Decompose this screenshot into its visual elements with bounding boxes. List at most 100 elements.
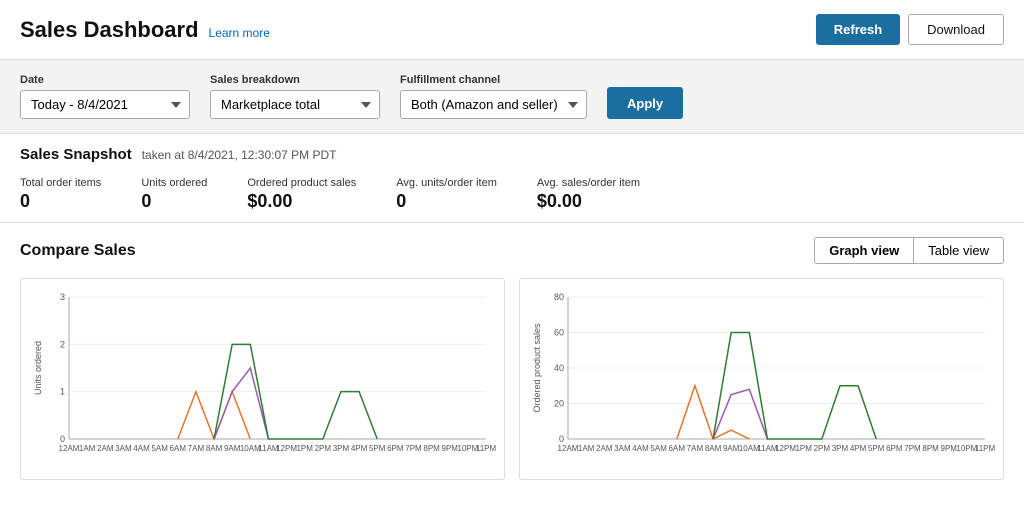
svg-text:12PM: 12PM [775, 444, 796, 453]
svg-text:6PM: 6PM [387, 444, 404, 453]
chart2-svg: Ordered product sales 0 20 40 60 80 12AM1AM2AM… [530, 289, 993, 469]
metric-item: Avg. sales/order item $0.00 [537, 177, 640, 212]
svg-text:8PM: 8PM [922, 444, 939, 453]
svg-text:12PM: 12PM [276, 444, 297, 453]
svg-text:9PM: 9PM [941, 444, 958, 453]
svg-text:1PM: 1PM [795, 444, 812, 453]
chart-units-ordered: Units ordered012312AM1AM2AM3AM4AM5AM6AM7… [20, 278, 505, 480]
svg-text:1AM: 1AM [79, 444, 96, 453]
svg-text:3AM: 3AM [614, 444, 631, 453]
snapshot-metrics: Total order items 0Units ordered 0Ordere… [20, 177, 1004, 212]
svg-text:4PM: 4PM [351, 444, 368, 453]
view-buttons: Graph view Table view [814, 237, 1004, 264]
header: Sales Dashboard Learn more Refresh Downl… [0, 0, 1024, 60]
snapshot-header: Sales Snapshot taken at 8/4/2021, 12:30:… [20, 146, 1004, 163]
svg-text:2PM: 2PM [315, 444, 332, 453]
chart1-svg: Units ordered012312AM1AM2AM3AM4AM5AM6AM7… [31, 289, 494, 469]
sales-breakdown-select[interactable]: Marketplace total [210, 90, 380, 119]
refresh-button[interactable]: Refresh [816, 14, 900, 45]
apply-button[interactable]: Apply [607, 87, 683, 119]
date-label: Date [20, 74, 190, 86]
metric-label: Units ordered [141, 177, 207, 189]
svg-text:8PM: 8PM [423, 444, 440, 453]
page-title: Sales Dashboard [20, 17, 199, 43]
svg-text:2PM: 2PM [814, 444, 831, 453]
svg-text:7PM: 7PM [904, 444, 921, 453]
header-left: Sales Dashboard Learn more [20, 17, 270, 43]
svg-text:3AM: 3AM [115, 444, 132, 453]
svg-text:8AM: 8AM [206, 444, 223, 453]
svg-text:20: 20 [554, 399, 564, 409]
fulfillment-filter-group: Fulfillment channel Both (Amazon and sel… [400, 74, 587, 119]
svg-text:0: 0 [559, 434, 564, 444]
download-button[interactable]: Download [908, 14, 1004, 45]
svg-text:1: 1 [60, 387, 65, 397]
chart-product-sales: Ordered product sales 0 20 40 60 80 12AM1AM2AM… [519, 278, 1004, 480]
svg-text:5PM: 5PM [369, 444, 386, 453]
svg-text:4AM: 4AM [133, 444, 150, 453]
learn-more-link[interactable]: Learn more [209, 26, 270, 40]
svg-text:7AM: 7AM [687, 444, 704, 453]
svg-text:3PM: 3PM [333, 444, 350, 453]
fulfillment-label: Fulfillment channel [400, 74, 587, 86]
svg-text:7AM: 7AM [188, 444, 205, 453]
table-view-button[interactable]: Table view [913, 237, 1004, 264]
svg-text:40: 40 [554, 363, 564, 373]
svg-text:6AM: 6AM [170, 444, 187, 453]
svg-text:Units ordered: Units ordered [33, 341, 43, 395]
svg-text:11PM: 11PM [476, 444, 497, 453]
svg-text:7PM: 7PM [405, 444, 422, 453]
svg-text:6PM: 6PM [886, 444, 903, 453]
compare-title: Compare Sales [20, 242, 136, 260]
svg-text:60: 60 [554, 328, 564, 338]
metric-label: Avg. sales/order item [537, 177, 640, 189]
svg-text:5PM: 5PM [868, 444, 885, 453]
compare-section: Compare Sales Graph view Table view Unit… [0, 223, 1024, 494]
svg-text:5AM: 5AM [151, 444, 168, 453]
svg-text:1PM: 1PM [296, 444, 313, 453]
svg-text:5AM: 5AM [650, 444, 667, 453]
svg-text:2: 2 [60, 339, 65, 349]
sales-breakdown-filter-group: Sales breakdown Marketplace total [210, 74, 380, 119]
snapshot-subtitle: taken at 8/4/2021, 12:30:07 PM PDT [142, 148, 337, 162]
filter-bar: Date Today - 8/4/2021 Sales breakdown Ma… [0, 60, 1024, 134]
svg-text:3: 3 [60, 292, 65, 302]
svg-text:4PM: 4PM [850, 444, 867, 453]
graph-view-button[interactable]: Graph view [814, 237, 913, 264]
metric-item: Avg. units/order item 0 [396, 177, 497, 212]
compare-header: Compare Sales Graph view Table view [20, 237, 1004, 264]
svg-text:4AM: 4AM [632, 444, 649, 453]
snapshot-title: Sales Snapshot [20, 146, 132, 163]
fulfillment-select[interactable]: Both (Amazon and seller) [400, 90, 587, 119]
metric-value: 0 [396, 191, 497, 212]
metric-item: Units ordered 0 [141, 177, 207, 212]
svg-text:Ordered product sales: Ordered product sales [532, 323, 542, 413]
svg-text:9AM: 9AM [224, 444, 241, 453]
svg-text:11PM: 11PM [975, 444, 996, 453]
metric-value: $0.00 [537, 191, 640, 212]
svg-text:9AM: 9AM [723, 444, 740, 453]
svg-text:2AM: 2AM [596, 444, 613, 453]
svg-text:80: 80 [554, 292, 564, 302]
metric-label: Avg. units/order item [396, 177, 497, 189]
svg-text:2AM: 2AM [97, 444, 114, 453]
chart-sales-inner: Ordered product sales 0 20 40 60 80 12AM1AM2AM… [530, 289, 993, 469]
metric-label: Ordered product sales [247, 177, 356, 189]
date-select[interactable]: Today - 8/4/2021 [20, 90, 190, 119]
svg-text:1AM: 1AM [578, 444, 595, 453]
metric-item: Total order items 0 [20, 177, 101, 212]
chart-units-inner: Units ordered012312AM1AM2AM3AM4AM5AM6AM7… [31, 289, 494, 469]
metric-label: Total order items [20, 177, 101, 189]
svg-text:0: 0 [60, 434, 65, 444]
sales-breakdown-label: Sales breakdown [210, 74, 380, 86]
metric-value: 0 [20, 191, 101, 212]
snapshot-section: Sales Snapshot taken at 8/4/2021, 12:30:… [0, 134, 1024, 223]
metric-item: Ordered product sales $0.00 [247, 177, 356, 212]
charts-row: Units ordered012312AM1AM2AM3AM4AM5AM6AM7… [20, 278, 1004, 480]
metric-value: $0.00 [247, 191, 356, 212]
svg-text:8AM: 8AM [705, 444, 722, 453]
metric-value: 0 [141, 191, 207, 212]
svg-text:12AM: 12AM [558, 444, 579, 453]
svg-text:6AM: 6AM [669, 444, 686, 453]
svg-text:12AM: 12AM [59, 444, 80, 453]
